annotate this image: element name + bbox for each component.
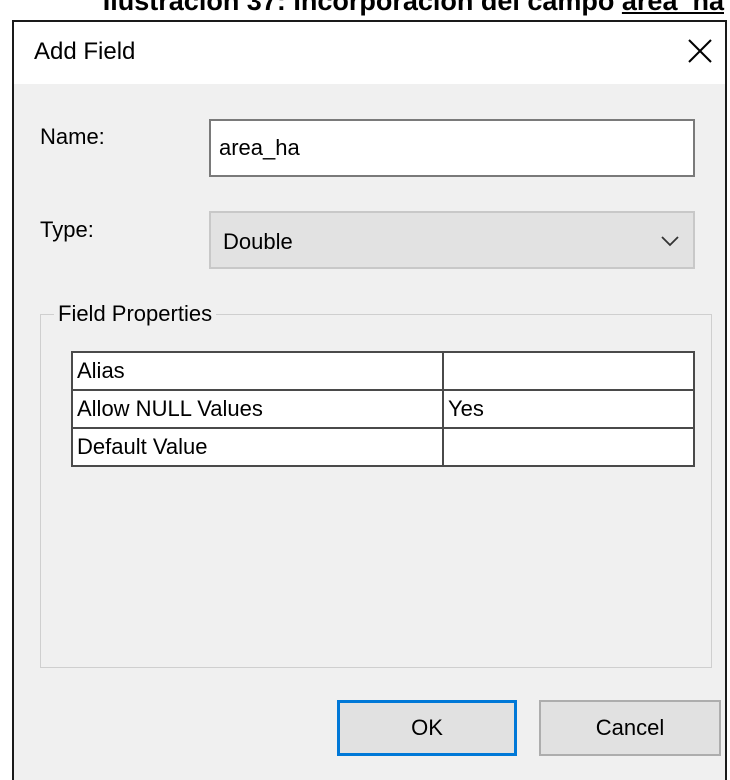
type-select[interactable]: Double: [209, 211, 695, 269]
property-value-cell[interactable]: Yes: [442, 389, 695, 429]
caption-field-name: area_ha: [621, 0, 724, 16]
table-row[interactable]: Default Value: [71, 427, 695, 467]
field-properties-legend: Field Properties: [54, 301, 217, 327]
table-row[interactable]: Allow NULL Values Yes: [71, 389, 695, 429]
property-name-cell: Default Value: [71, 427, 444, 467]
chevron-down-icon: [661, 236, 679, 247]
cancel-button[interactable]: Cancel: [539, 700, 721, 756]
name-input[interactable]: [209, 119, 695, 177]
name-label: Name:: [40, 124, 105, 149]
add-field-dialog: Add Field Name: Type: Double Field Prope…: [12, 20, 727, 780]
type-label: Type:: [40, 217, 94, 242]
field-properties-table: Alias Allow NULL Values Yes Default Valu…: [71, 351, 695, 467]
type-select-value: Double: [223, 229, 293, 254]
ok-button[interactable]: OK: [337, 700, 517, 756]
property-name-cell: Allow NULL Values: [71, 389, 444, 429]
close-icon: [688, 39, 712, 63]
property-name-cell: Alias: [71, 351, 444, 391]
dialog-title: Add Field: [34, 38, 136, 65]
figure-caption: Ilustración 37: Incorporación del campo …: [0, 0, 730, 20]
close-button[interactable]: [675, 28, 725, 78]
property-value-cell[interactable]: [442, 351, 695, 391]
property-value-cell[interactable]: [442, 427, 695, 467]
table-row[interactable]: Alias: [71, 351, 695, 391]
caption-prefix: Ilustración 37: Incorporación del campo: [102, 0, 622, 16]
title-bar: Add Field: [14, 22, 725, 84]
